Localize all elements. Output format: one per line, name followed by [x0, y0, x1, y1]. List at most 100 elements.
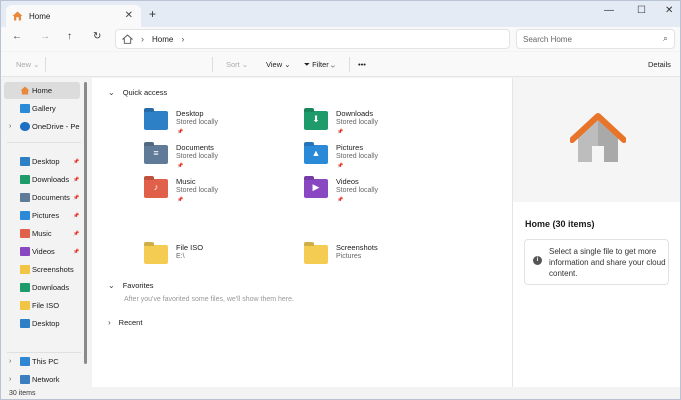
pin-icon[interactable]: 📌 — [73, 159, 79, 165]
content-area: ⌄ Quick access Desktop Stored locally 📌 ⬇ Do… — [92, 78, 512, 387]
folder-item-file-iso[interactable]: File ISO E:\ — [144, 243, 294, 273]
sidebar-item-label: Desktop — [32, 157, 60, 166]
pin-icon[interactable]: 📌 — [73, 249, 79, 255]
pin-icon: 📌 — [337, 163, 344, 169]
folder-glyph-icon: ⬇ — [312, 114, 320, 124]
sidebar-item-music[interactable]: Music 📌 — [1, 225, 83, 242]
home-outline-icon — [122, 34, 133, 44]
chevron-right-icon[interactable]: › — [108, 318, 111, 327]
breadcrumb-home[interactable]: Home — [152, 35, 173, 44]
new-button[interactable]: New ⌄ — [16, 60, 39, 69]
divider — [212, 57, 213, 72]
pin-icon[interactable]: 📌 — [73, 177, 79, 183]
folder-icon — [20, 301, 30, 310]
sidebar-item-desktop[interactable]: Desktop 📌 — [1, 153, 83, 170]
tab-home[interactable]: Home ✕ — [6, 5, 141, 27]
sidebar-item-label: Downloads — [32, 175, 70, 184]
filter-button[interactable]: ⏷ Filter ⌄ — [304, 60, 335, 70]
details-button[interactable]: Details — [648, 60, 671, 69]
folder-name: Videos — [336, 177, 359, 186]
section-quick-access[interactable]: ⌄ Quick access — [108, 88, 167, 97]
folder-item-music[interactable]: ♪ Music Stored locally 📌 — [144, 177, 294, 207]
sidebar-item-label: Desktop — [32, 319, 60, 328]
status-bar: 30 items — [1, 387, 680, 399]
folder-item-videos[interactable]: ▶ Videos Stored locally 📌 — [304, 177, 454, 207]
sidebar-item-desktop[interactable]: Desktop — [1, 315, 83, 332]
folder-glyph-icon: ♪ — [153, 182, 159, 192]
sidebar-item-network[interactable]: › Network — [1, 371, 83, 388]
new-tab-button[interactable]: + — [149, 7, 156, 21]
chevron-down-icon[interactable]: ⌄ — [108, 88, 115, 97]
pin-icon[interactable]: 📌 — [73, 195, 79, 201]
pin-icon: 📌 — [177, 197, 184, 203]
divider — [45, 57, 46, 72]
sidebar-item-gallery[interactable]: Gallery — [1, 100, 83, 117]
file-explorer-window: Home ✕ + — ☐ ✕ ← → ↑ ↻ › Home › Search H… — [0, 0, 681, 400]
navigation-pane: Home Gallery › OneDrive - Personal Deskt… — [1, 78, 91, 387]
favorites-empty-message: After you've favorited some files, we'll… — [124, 296, 294, 303]
chevron-right-icon[interactable]: › — [9, 376, 11, 383]
folder-icon — [20, 211, 30, 220]
home-icon — [20, 86, 30, 95]
folder-name: Pictures — [336, 143, 364, 152]
folder-glyph-icon: ≡ — [153, 148, 159, 158]
sort-button[interactable]: Sort ⌄ — [226, 60, 248, 69]
folder-item-desktop[interactable]: Desktop Stored locally 📌 — [144, 109, 294, 139]
sidebar-item-videos[interactable]: Videos 📌 — [1, 243, 83, 260]
folder-icon — [20, 229, 30, 238]
sidebar-item-label: This PC — [32, 357, 59, 366]
folder-location: Stored locally — [176, 119, 219, 126]
view-button[interactable]: View ⌄ — [266, 60, 291, 69]
section-title: Favorites — [122, 281, 154, 290]
minimize-button[interactable]: — — [604, 5, 614, 16]
sidebar-item-pictures[interactable]: Pictures 📌 — [1, 207, 83, 224]
pin-icon: 📌 — [337, 129, 344, 135]
chevron-right-icon[interactable]: › — [9, 123, 11, 130]
folder-name: Screenshots — [336, 243, 378, 252]
folder-name: Desktop — [176, 109, 204, 118]
chevron-right-icon[interactable]: › — [181, 34, 184, 44]
sidebar-item-onedrive[interactable]: › OneDrive - Personal — [1, 118, 83, 135]
more-options-button[interactable]: ••• — [358, 60, 366, 69]
sidebar-item-documents[interactable]: Documents 📌 — [1, 189, 83, 206]
sidebar-item-label: Home — [32, 86, 53, 95]
sidebar-item-label: File ISO — [32, 301, 60, 310]
tab-label: Home — [29, 11, 51, 21]
sidebar-item-label: OneDrive - Personal — [32, 122, 80, 131]
sidebar-item-this-pc[interactable]: › This PC — [1, 353, 83, 370]
section-recent[interactable]: › Recent — [108, 318, 142, 327]
sidebar-item-screenshots[interactable]: Screenshots — [1, 261, 83, 278]
sidebar-item-downloads[interactable]: Downloads — [1, 279, 83, 296]
forward-arrow-icon[interactable]: → — [40, 31, 50, 42]
pin-icon[interactable]: 📌 — [73, 231, 79, 237]
sidebar-item-file-iso[interactable]: File ISO — [1, 297, 83, 314]
folder-icon — [20, 265, 30, 274]
folder-item-screenshots[interactable]: Screenshots Pictures — [304, 243, 454, 273]
sidebar-item-label: Network — [32, 375, 60, 384]
folder-item-pictures[interactable]: ▲ Pictures Stored locally 📌 — [304, 143, 454, 173]
chevron-right-icon[interactable]: › — [9, 358, 11, 365]
up-arrow-icon[interactable]: ↑ — [67, 31, 72, 42]
folder-item-downloads[interactable]: ⬇ Downloads Stored locally 📌 — [304, 109, 454, 139]
back-arrow-icon[interactable]: ← — [12, 31, 22, 42]
details-pane: Home (30 items) i Select a single file t… — [512, 78, 680, 387]
sidebar-item-label: Documents — [32, 193, 70, 202]
sidebar-item-home[interactable]: Home — [4, 82, 80, 99]
section-favorites[interactable]: ⌄ Favorites — [108, 281, 154, 290]
search-input[interactable]: Search Home ⌕ — [516, 29, 675, 49]
chevron-down-icon[interactable]: ⌄ — [108, 281, 115, 290]
folder-location: Stored locally — [336, 119, 379, 126]
refresh-icon[interactable]: ↻ — [93, 31, 101, 42]
folder-item-documents[interactable]: ≡ Documents Stored locally 📌 — [144, 143, 294, 173]
pin-icon[interactable]: 📌 — [73, 213, 79, 219]
close-tab-icon[interactable]: ✕ — [125, 10, 133, 21]
sidebar-scrollbar[interactable] — [84, 82, 87, 364]
sidebar-item-downloads[interactable]: Downloads 📌 — [1, 171, 83, 188]
sidebar-item-label: Downloads — [32, 283, 70, 292]
folder-icon — [20, 319, 30, 328]
address-bar[interactable]: › Home › — [115, 29, 510, 49]
close-window-button[interactable]: ✕ — [665, 5, 673, 16]
sidebar-item-label: Screenshots — [32, 265, 74, 274]
folder-location: E:\ — [176, 253, 185, 260]
maximize-button[interactable]: ☐ — [637, 5, 646, 16]
